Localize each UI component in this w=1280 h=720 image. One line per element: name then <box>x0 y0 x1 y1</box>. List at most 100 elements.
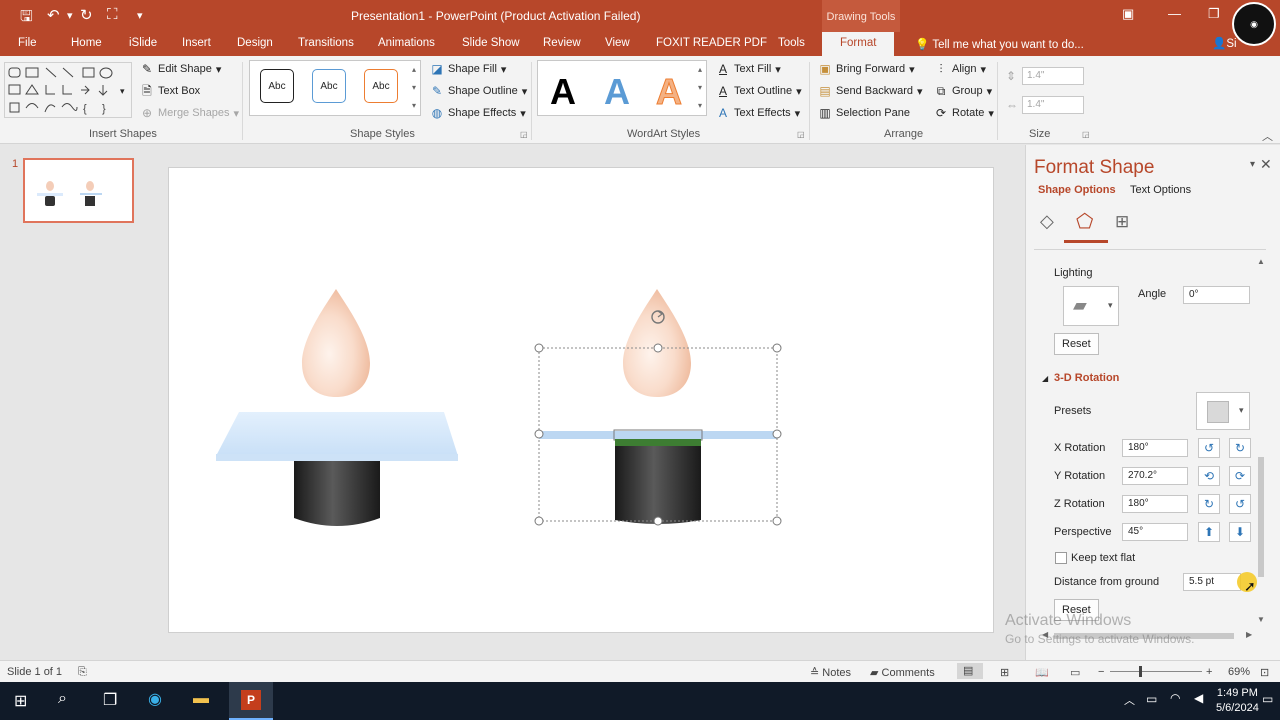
tab-transitions[interactable]: Transitions <box>298 37 354 49</box>
shape-style-option-blue[interactable]: Abc <box>312 69 346 103</box>
gallery-more-icon[interactable]: ▾ <box>412 101 416 110</box>
gallery-scroll-down-icon[interactable]: ▾ <box>698 83 702 92</box>
fill-line-icon[interactable]: ◇ <box>1040 211 1054 232</box>
text-effects-button[interactable]: A Text Effects ▾ <box>716 106 800 120</box>
y-rotate-up-icon[interactable]: ⟲ <box>1198 466 1220 486</box>
close-pane-icon[interactable]: ✕ <box>1260 156 1272 173</box>
shape-effects-button[interactable]: ◍ Shape Effects ▾ <box>430 106 526 120</box>
shape-height-field[interactable]: 1.4" <box>1022 67 1084 85</box>
customize-qat-icon[interactable]: ▾ <box>137 9 143 22</box>
gallery-more-icon[interactable]: ▾ <box>698 101 702 110</box>
slide-sorter-icon[interactable]: ⊞ <box>1000 666 1009 679</box>
group-button[interactable]: ⧉ Group ▾ <box>934 84 992 98</box>
zoom-level[interactable]: 69% <box>1228 666 1250 678</box>
shape-width-field[interactable]: 1.4" <box>1022 96 1084 114</box>
collapse-ribbon-icon[interactable]: ︿ <box>1262 128 1273 144</box>
edit-shape-button[interactable]: ✎ Edit Shape ▾ <box>140 62 221 76</box>
reading-view-icon[interactable]: 📖 <box>1035 666 1049 679</box>
battery-icon[interactable]: ▭ <box>1146 692 1157 706</box>
file-explorer-icon[interactable]: ▬ <box>193 690 209 708</box>
tab-view[interactable]: View <box>605 37 630 49</box>
shape-outline-button[interactable]: ✎ Shape Outline ▾ <box>430 84 527 98</box>
comments-button[interactable]: ▰ Comments <box>870 666 935 679</box>
ribbon-display-options-icon[interactable]: ▣ <box>1122 6 1134 22</box>
tab-foxit-reader-pdf[interactable]: FOXIT READER PDF <box>656 37 767 49</box>
tab-format[interactable]: Format <box>822 32 895 56</box>
sign-in-button[interactable]: 👤Si <box>1212 36 1237 50</box>
spell-check-icon[interactable]: ⎘ <box>78 666 87 679</box>
shapes-gallery[interactable]: {} <box>4 62 132 118</box>
notifications-icon[interactable]: ▭ <box>1262 692 1273 706</box>
gallery-scroll-up-icon[interactable]: ▴ <box>698 65 702 74</box>
wordart-option-blue[interactable]: A <box>604 71 630 113</box>
tab-home[interactable]: Home <box>71 37 102 49</box>
merge-shapes-button[interactable]: ⊕ Merge Shapes ▾ <box>140 106 239 120</box>
slide-thumbnail[interactable] <box>23 158 134 223</box>
gallery-scroll-down-icon[interactable]: ▾ <box>412 83 416 92</box>
fit-slide-icon[interactable]: ⊡ <box>1260 666 1269 679</box>
scroll-up-icon[interactable]: ▲ <box>1257 257 1265 266</box>
task-view-icon[interactable]: ❐ <box>103 690 117 710</box>
start-slideshow-icon[interactable]: ⛶ <box>107 6 118 23</box>
section-collapse-icon[interactable]: ◢ <box>1042 374 1048 383</box>
perspective-increase-icon[interactable]: ⬆ <box>1198 522 1220 542</box>
volume-icon[interactable]: ◀ <box>1194 691 1203 705</box>
tab-islide[interactable]: iSlide <box>129 37 157 49</box>
tray-chevron-icon[interactable]: ︿ <box>1124 692 1135 708</box>
z-rotate-clockwise-icon[interactable]: ↻ <box>1198 494 1220 514</box>
zoom-slider-thumb[interactable] <box>1139 666 1142 677</box>
pane-options-chevron-icon[interactable]: ▾ <box>1250 159 1255 170</box>
undo-icon[interactable]: ↶ <box>47 6 60 24</box>
tab-design[interactable]: Design <box>237 37 273 49</box>
edge-browser-icon[interactable]: ◉ <box>148 689 162 709</box>
shape-fill-button[interactable]: ◪ Shape Fill ▾ <box>430 62 506 76</box>
shapes-gallery-more-icon[interactable]: ▾ <box>120 86 125 97</box>
slide[interactable] <box>168 167 994 633</box>
send-backward-button[interactable]: ▤ Send Backward ▾ <box>818 84 922 98</box>
tab-tools[interactable]: Tools <box>778 37 805 49</box>
scroll-thumb[interactable] <box>1258 457 1264 577</box>
save-icon[interactable]: 🖫 <box>20 6 33 31</box>
zoom-out-icon[interactable]: − <box>1098 666 1104 678</box>
z-rotate-counterclockwise-icon[interactable]: ↺ <box>1229 494 1251 514</box>
scroll-right-icon[interactable]: ▶ <box>1246 630 1252 639</box>
distance-from-ground-input[interactable]: 5.5 pt <box>1183 573 1241 591</box>
selection-pane-button[interactable]: ▥ Selection Pane <box>818 106 910 120</box>
tab-shape-options[interactable]: Shape Options <box>1038 184 1116 196</box>
wordart-option-orange[interactable]: A <box>656 71 683 113</box>
wordart-option-black[interactable]: A <box>550 71 576 113</box>
powerpoint-taskbar-button[interactable]: P <box>229 682 273 720</box>
tab-insert[interactable]: Insert <box>182 37 211 49</box>
normal-view-icon[interactable]: ▤ <box>957 663 983 679</box>
slideshow-view-icon[interactable]: ▭ <box>1070 666 1080 679</box>
left-candle[interactable] <box>216 289 458 526</box>
text-outline-button[interactable]: A Text Outline ▾ <box>716 84 802 98</box>
restore-icon[interactable]: ❐ <box>1208 6 1220 22</box>
windows-start-icon[interactable]: ⊞ <box>14 691 27 711</box>
tab-text-options[interactable]: Text Options <box>1130 184 1191 196</box>
keep-text-flat-checkbox[interactable] <box>1055 552 1067 564</box>
text-box-button[interactable]: 🗎 Text Box <box>140 84 200 98</box>
undo-dropdown-icon[interactable]: ▾ <box>67 9 73 22</box>
shape-styles-gallery[interactable]: Abc Abc Abc ▴ ▾ ▾ <box>249 60 421 116</box>
size-properties-icon[interactable]: ⊞ <box>1115 212 1129 232</box>
right-candle[interactable] <box>539 289 777 524</box>
rotate-button[interactable]: ⟳ Rotate ▾ <box>934 106 994 120</box>
effects-pentagon-icon[interactable]: ⬠ <box>1076 209 1093 234</box>
scroll-down-icon[interactable]: ▼ <box>1257 615 1265 624</box>
perspective-input[interactable]: 45° <box>1122 523 1188 541</box>
bring-forward-button[interactable]: ▣ Bring Forward ▾ <box>818 62 914 76</box>
redo-icon[interactable]: ↻ <box>80 6 93 24</box>
tab-review[interactable]: Review <box>543 37 581 49</box>
y-rotation-input[interactable]: 270.2° <box>1122 467 1188 485</box>
z-rotation-input[interactable]: 180° <box>1122 495 1188 513</box>
pane-scrollbar[interactable]: ▲ ▼ <box>1256 257 1266 637</box>
lighting-reset-button[interactable]: Reset <box>1054 333 1099 355</box>
wifi-icon[interactable]: ◠ <box>1170 691 1180 705</box>
tab-file[interactable]: File <box>18 37 37 49</box>
x-rotate-right-icon[interactable]: ↻ <box>1229 438 1251 458</box>
angle-input[interactable]: 0° <box>1183 286 1250 304</box>
align-button[interactable]: ⫶ Align ▾ <box>934 62 986 76</box>
tell-me-search[interactable]: 💡 Tell me what you want to do... <box>915 37 1084 51</box>
gallery-scroll-up-icon[interactable]: ▴ <box>412 65 416 74</box>
